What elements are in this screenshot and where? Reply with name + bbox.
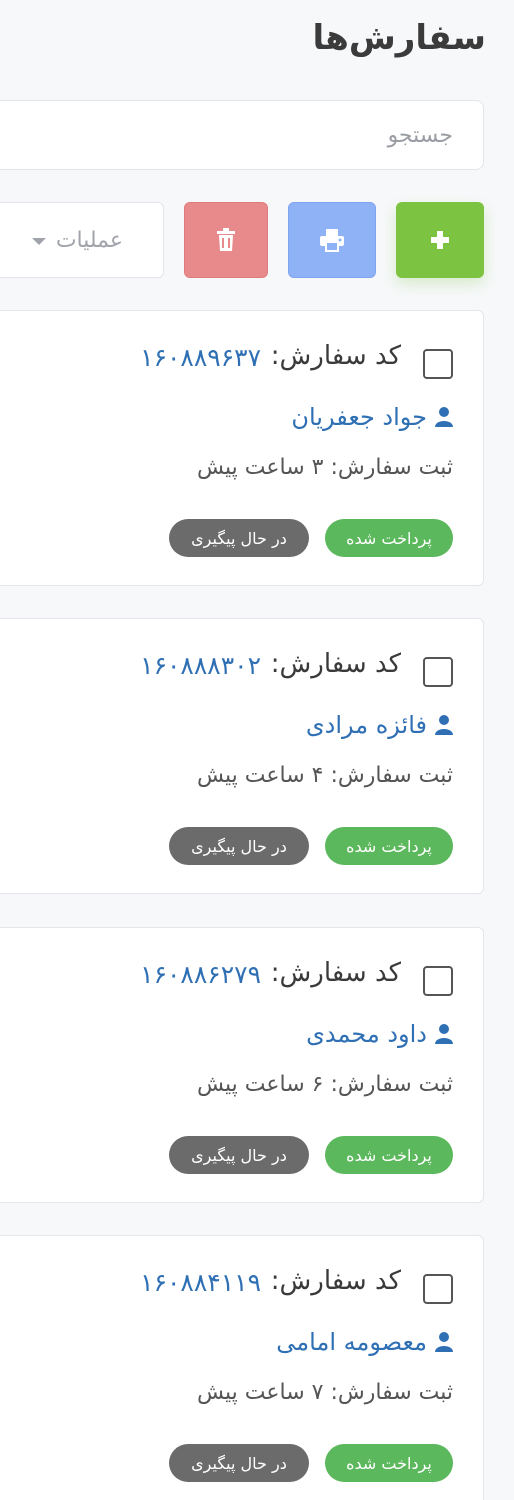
operations-label: عملیات	[55, 227, 123, 253]
search-input[interactable]	[0, 101, 483, 169]
order-time: ثبت سفارش: ۳ ساعت پیش	[196, 455, 453, 480]
chevron-down-icon	[31, 237, 46, 245]
user-icon	[435, 407, 453, 427]
order-status-badge: در حال پیگیری	[169, 827, 309, 865]
customer[interactable]: داود محمدی	[306, 1020, 453, 1048]
customer[interactable]: جواد جعفریان	[291, 403, 453, 431]
order-code-label: کد سفارش:	[270, 649, 401, 679]
order-code[interactable]: ۱۶۰۸۸۴۱۱۹	[140, 1268, 261, 1297]
orders-page: سفارش‌ها عملیات کد سفارش:	[0, 0, 514, 1500]
order-time: ثبت سفارش: ۶ ساعت پیش	[196, 1072, 453, 1097]
order-checkbox[interactable]	[423, 657, 453, 687]
order-card[interactable]: کد سفارش: ۱۶۰۸۸۹۶۳۷ جواد جعفریان ثبت سفا…	[0, 310, 484, 586]
order-code[interactable]: ۱۶۰۸۸۸۳۰۲	[140, 651, 261, 680]
user-icon	[435, 1024, 453, 1044]
search-box[interactable]	[0, 100, 484, 170]
payment-status-badge: پرداخت شده	[325, 827, 453, 865]
user-icon	[435, 1332, 453, 1352]
customer-name[interactable]: داود محمدی	[306, 1020, 427, 1048]
order-code[interactable]: ۱۶۰۸۸۶۲۷۹	[140, 960, 261, 989]
operations-dropdown[interactable]: عملیات	[0, 202, 164, 278]
order-status-badge: در حال پیگیری	[169, 1136, 309, 1174]
payment-status-badge: پرداخت شده	[325, 1444, 453, 1482]
plus-icon	[431, 231, 449, 249]
customer-name[interactable]: جواد جعفریان	[291, 403, 427, 431]
order-code-label: کد سفارش:	[270, 1266, 401, 1296]
page-title: سفارش‌ها	[312, 18, 486, 58]
print-icon	[320, 229, 344, 252]
order-checkbox[interactable]	[423, 349, 453, 379]
order-time: ثبت سفارش: ۴ ساعت پیش	[196, 763, 453, 788]
order-card[interactable]: کد سفارش: ۱۶۰۸۸۶۲۷۹ داود محمدی ثبت سفارش…	[0, 927, 484, 1203]
payment-status-badge: پرداخت شده	[325, 1136, 453, 1174]
order-code-label: کد سفارش:	[270, 341, 401, 371]
customer[interactable]: فائزه مرادی	[306, 711, 453, 739]
order-status-badge: در حال پیگیری	[169, 1444, 309, 1482]
order-checkbox[interactable]	[423, 966, 453, 996]
delete-button[interactable]	[184, 202, 268, 278]
order-time: ثبت سفارش: ۷ ساعت پیش	[196, 1380, 453, 1405]
order-code-label: کد سفارش:	[270, 958, 401, 988]
order-checkbox[interactable]	[423, 1274, 453, 1304]
order-code[interactable]: ۱۶۰۸۸۹۶۳۷	[140, 343, 261, 372]
customer-name[interactable]: معصومه امامی	[276, 1328, 427, 1356]
print-button[interactable]	[288, 202, 376, 278]
customer-name[interactable]: فائزه مرادی	[306, 711, 427, 739]
payment-status-badge: پرداخت شده	[325, 519, 453, 557]
order-status-badge: در حال پیگیری	[169, 519, 309, 557]
user-icon	[435, 715, 453, 735]
order-card[interactable]: کد سفارش: ۱۶۰۸۸۸۳۰۲ فائزه مرادی ثبت سفار…	[0, 618, 484, 894]
trash-icon	[217, 228, 235, 251]
customer[interactable]: معصومه امامی	[276, 1328, 453, 1356]
add-order-button[interactable]	[396, 202, 484, 278]
order-card[interactable]: کد سفارش: ۱۶۰۸۸۴۱۱۹ معصومه امامی ثبت سفا…	[0, 1235, 484, 1500]
